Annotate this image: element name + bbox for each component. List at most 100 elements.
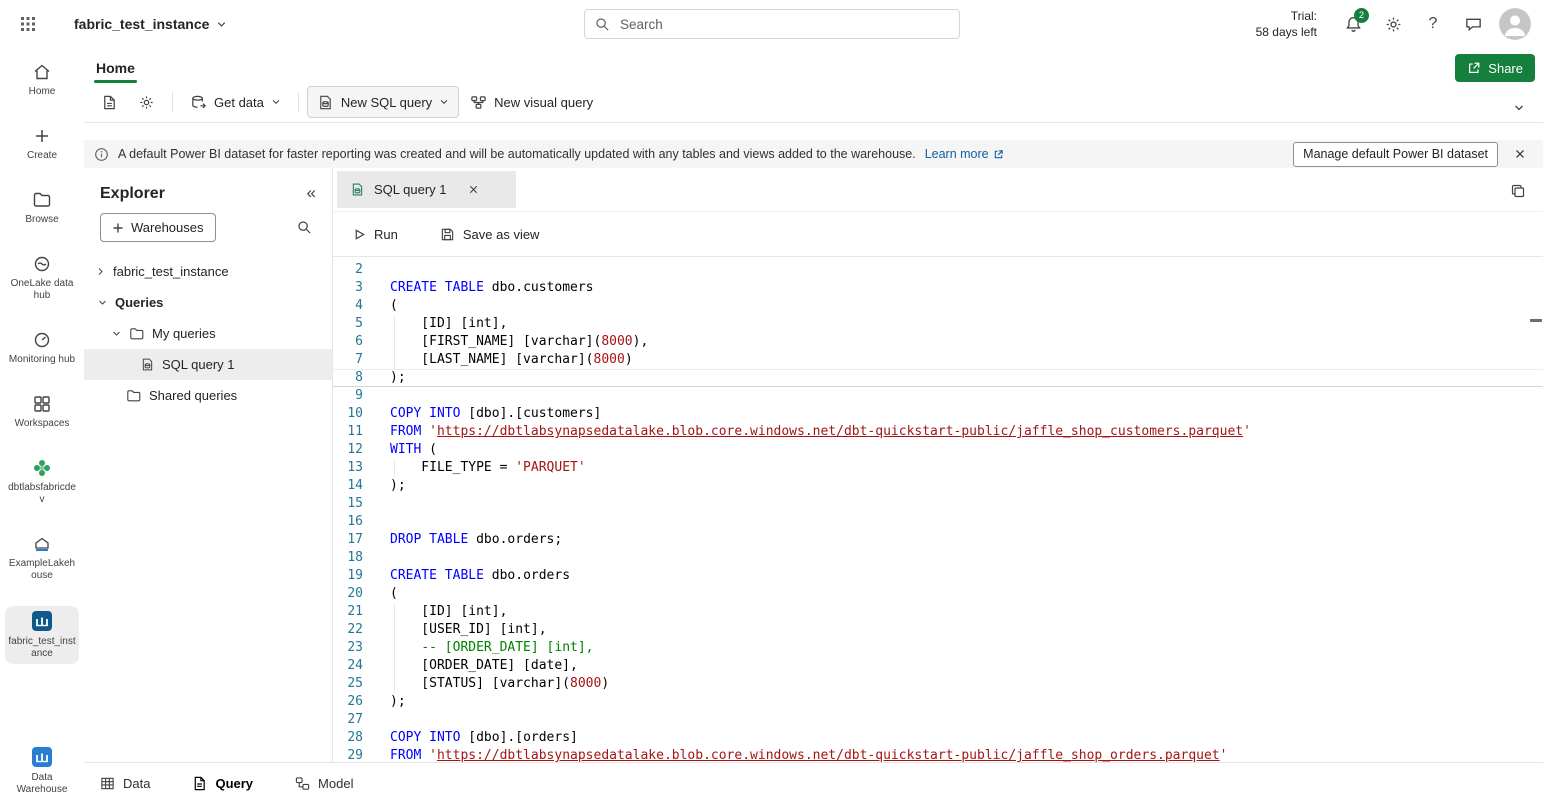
new-sql-query-label: New SQL query (341, 95, 432, 110)
copy-icon[interactable] (1506, 179, 1530, 203)
notifications-button[interactable]: 2 (1333, 4, 1373, 44)
code-line[interactable]: 18 (333, 549, 1543, 567)
view-tab-model[interactable]: Model (295, 776, 353, 791)
ribbon-collapse-chevron-icon[interactable] (1513, 102, 1525, 114)
line-number: 24 (333, 657, 363, 675)
tree-item-warehouse[interactable]: fabric_test_instance (84, 256, 332, 287)
explorer-panel: Explorer « Warehouses fabric_test_instan… (84, 168, 333, 762)
query-settings-button[interactable] (129, 87, 164, 117)
collapse-panel-icon[interactable]: « (307, 183, 316, 203)
rail-item-create[interactable]: Create (5, 122, 79, 166)
account-avatar[interactable] (1499, 8, 1531, 40)
chevron-down-icon (271, 97, 281, 107)
tab-sql-query-1[interactable]: SQL query 1 (337, 171, 516, 208)
rail-item-fabric-test-instance[interactable]: fabric_test_instance (5, 606, 79, 664)
rail-item-examplelakehouse[interactable]: ExampleLakehouse (5, 530, 79, 586)
save-as-view-button[interactable]: Save as view (434, 222, 546, 247)
code-line[interactable]: 24 [ORDER_DATE] [date], (333, 657, 1543, 675)
line-number: 23 (333, 639, 363, 657)
code-line[interactable]: 3CREATE TABLE dbo.customers (333, 279, 1543, 297)
code-line[interactable]: 13 FILE_TYPE = 'PARQUET' (333, 459, 1543, 477)
code-line[interactable]: 8); (333, 369, 1543, 387)
code-line[interactable]: 19CREATE TABLE dbo.orders (333, 567, 1543, 585)
feedback-button[interactable] (1453, 4, 1493, 44)
get-data-icon (190, 94, 207, 111)
data-grid-icon (100, 776, 115, 791)
code-line[interactable]: 28COPY INTO [dbo].[orders] (333, 729, 1543, 747)
code-line[interactable]: 22 [USER_ID] [int], (333, 621, 1543, 639)
tree-item-sql-query-1[interactable]: SQL query 1 (84, 349, 332, 380)
settings-button[interactable] (1373, 4, 1413, 44)
search-input[interactable] (618, 16, 949, 33)
code-line[interactable]: 11FROM 'https://dbtlabsynapsedatalake.bl… (333, 423, 1543, 441)
code-line[interactable]: 6 [FIRST_NAME] [varchar](8000), (333, 333, 1543, 351)
code-line[interactable]: 12WITH ( (333, 441, 1543, 459)
banner-close-icon[interactable] (1507, 141, 1533, 167)
editor-pane: SQL query 1 Run Save as view 23CREATE TA… (333, 168, 1543, 762)
code-line[interactable]: 10COPY INTO [dbo].[customers] (333, 405, 1543, 423)
tab-close-icon[interactable] (464, 180, 484, 200)
explorer-search-icon[interactable] (290, 214, 318, 242)
code-line[interactable]: 17DROP TABLE dbo.orders; (333, 531, 1543, 549)
view-tab-data[interactable]: Data (100, 776, 150, 791)
code-line[interactable]: 21 [ID] [int], (333, 603, 1543, 621)
rail-item-label: Data Warehouse (7, 772, 77, 796)
share-button[interactable]: Share (1455, 54, 1535, 82)
chevron-right-icon (94, 267, 106, 276)
code-line[interactable]: 25 [STATUS] [varchar](8000) (333, 675, 1543, 693)
code-line[interactable]: 20( (333, 585, 1543, 603)
tree-item-label: Shared queries (149, 388, 237, 403)
tree-item-queries[interactable]: Queries (84, 287, 332, 318)
code-line[interactable]: 23 -- [ORDER_DATE] [int], (333, 639, 1543, 657)
code-line[interactable]: 27 (333, 711, 1543, 729)
tab-home[interactable]: Home (86, 56, 145, 83)
tree-item-shared-queries[interactable]: Shared queries (84, 380, 332, 411)
code-line[interactable]: 7 [LAST_NAME] [varchar](8000) (333, 351, 1543, 369)
get-data-button[interactable]: Get data (181, 87, 290, 117)
rail-item-data-warehouse[interactable]: Data Warehouse (5, 742, 79, 800)
rail-item-label: Monitoring hub (9, 354, 75, 366)
line-number: 9 (333, 387, 363, 405)
line-number: 11 (333, 423, 363, 441)
line-number: 6 (333, 333, 363, 351)
run-button[interactable]: Run (347, 222, 404, 247)
rail-item-label: fabric_test_instance (7, 636, 77, 660)
line-number: 28 (333, 729, 363, 747)
rail-item-monitoring-hub[interactable]: Monitoring hub (5, 326, 79, 370)
toolbar-divider (298, 92, 299, 112)
new-visual-query-button[interactable]: New visual query (461, 87, 602, 117)
workspace-switcher[interactable]: fabric_test_instance (74, 0, 227, 48)
sql-code-editor[interactable]: 23CREATE TABLE dbo.customers4(5 [ID] [in… (333, 257, 1543, 762)
rail-item-home[interactable]: Home (5, 58, 79, 102)
code-line[interactable]: 15 (333, 495, 1543, 513)
rail-item-dbtlabsfabricdev[interactable]: dbtlabsfabricdev (5, 454, 79, 510)
new-query-shortcut-button[interactable] (92, 87, 127, 117)
query-file-icon (140, 357, 155, 372)
manage-default-dataset-button[interactable]: Manage default Power BI dataset (1293, 142, 1498, 167)
rail-item-workspaces[interactable]: Workspaces (5, 390, 79, 434)
help-button[interactable]: ? (1413, 4, 1453, 44)
line-number: 4 (333, 297, 363, 315)
tree-item-my-queries[interactable]: My queries (84, 318, 332, 349)
code-line[interactable]: 14); (333, 477, 1543, 495)
code-line[interactable]: 16 (333, 513, 1543, 531)
view-tab-query[interactable]: Query (192, 776, 253, 791)
code-line[interactable]: 5 [ID] [int], (333, 315, 1543, 333)
waffle-menu-icon[interactable] (12, 8, 44, 40)
new-sql-query-button[interactable]: New SQL query (307, 86, 459, 118)
search-icon (595, 17, 610, 32)
code-line[interactable]: 26); (333, 693, 1543, 711)
save-as-view-label: Save as view (463, 227, 540, 242)
visual-query-icon (470, 94, 487, 111)
code-line[interactable]: 2 (333, 261, 1543, 279)
query-doc-icon (192, 776, 207, 791)
rail-item-onelake-data-hub[interactable]: OneLake data hub (5, 250, 79, 306)
learn-more-link[interactable]: Learn more (925, 147, 1004, 161)
rail-item-browse[interactable]: Browse (5, 186, 79, 230)
share-icon (1467, 61, 1481, 75)
code-line[interactable]: 9 (333, 387, 1543, 405)
add-warehouses-button[interactable]: Warehouses (100, 213, 216, 242)
code-line[interactable]: 29FROM 'https://dbtlabsynapsedatalake.bl… (333, 747, 1543, 762)
data-warehouse-icon (31, 746, 53, 768)
code-line[interactable]: 4( (333, 297, 1543, 315)
